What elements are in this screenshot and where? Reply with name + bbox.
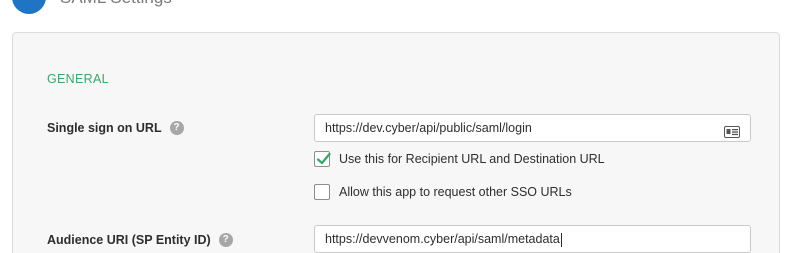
other-sso-urls-checkbox[interactable] [314,184,330,200]
other-sso-urls-checkbox-label: Allow this app to request other SSO URLs [339,185,572,199]
recipient-url-checkbox-row[interactable]: Use this for Recipient URL and Destinati… [314,151,605,167]
audience-uri-label-text: Audience URI (SP Entity ID) [47,233,211,247]
general-settings-panel: GENERAL Single sign on URL ? https://dev… [12,32,780,253]
section-heading-general: GENERAL [47,72,109,86]
step-number-badge [12,0,46,14]
help-icon[interactable]: ? [218,233,233,247]
sso-url-input[interactable]: https://dev.cyber/api/public/saml/login [314,114,751,142]
id-card-icon[interactable] [724,121,740,138]
help-icon[interactable]: ? [169,121,184,135]
checkmark-icon [316,152,331,165]
audience-uri-label: Audience URI (SP Entity ID) ? [47,233,233,247]
other-sso-urls-checkbox-row[interactable]: Allow this app to request other SSO URLs [314,184,572,200]
step-header: SAML Settings [0,0,799,14]
audience-uri-input-value: https://devvenom.cyber/api/saml/metadata [325,232,560,246]
recipient-url-checkbox[interactable] [314,151,331,167]
sso-url-label-text: Single sign on URL [47,121,162,135]
text-caret [560,232,562,247]
sso-url-label: Single sign on URL ? [47,121,184,135]
audience-uri-input[interactable]: https://devvenom.cyber/api/saml/metadata [314,225,751,253]
recipient-url-checkbox-label: Use this for Recipient URL and Destinati… [339,152,605,166]
sso-url-input-value: https://dev.cyber/api/public/saml/login [325,121,532,135]
saml-settings-page: SAML Settings GENERAL Single sign on URL… [0,0,799,253]
step-title: SAML Settings [60,0,172,8]
